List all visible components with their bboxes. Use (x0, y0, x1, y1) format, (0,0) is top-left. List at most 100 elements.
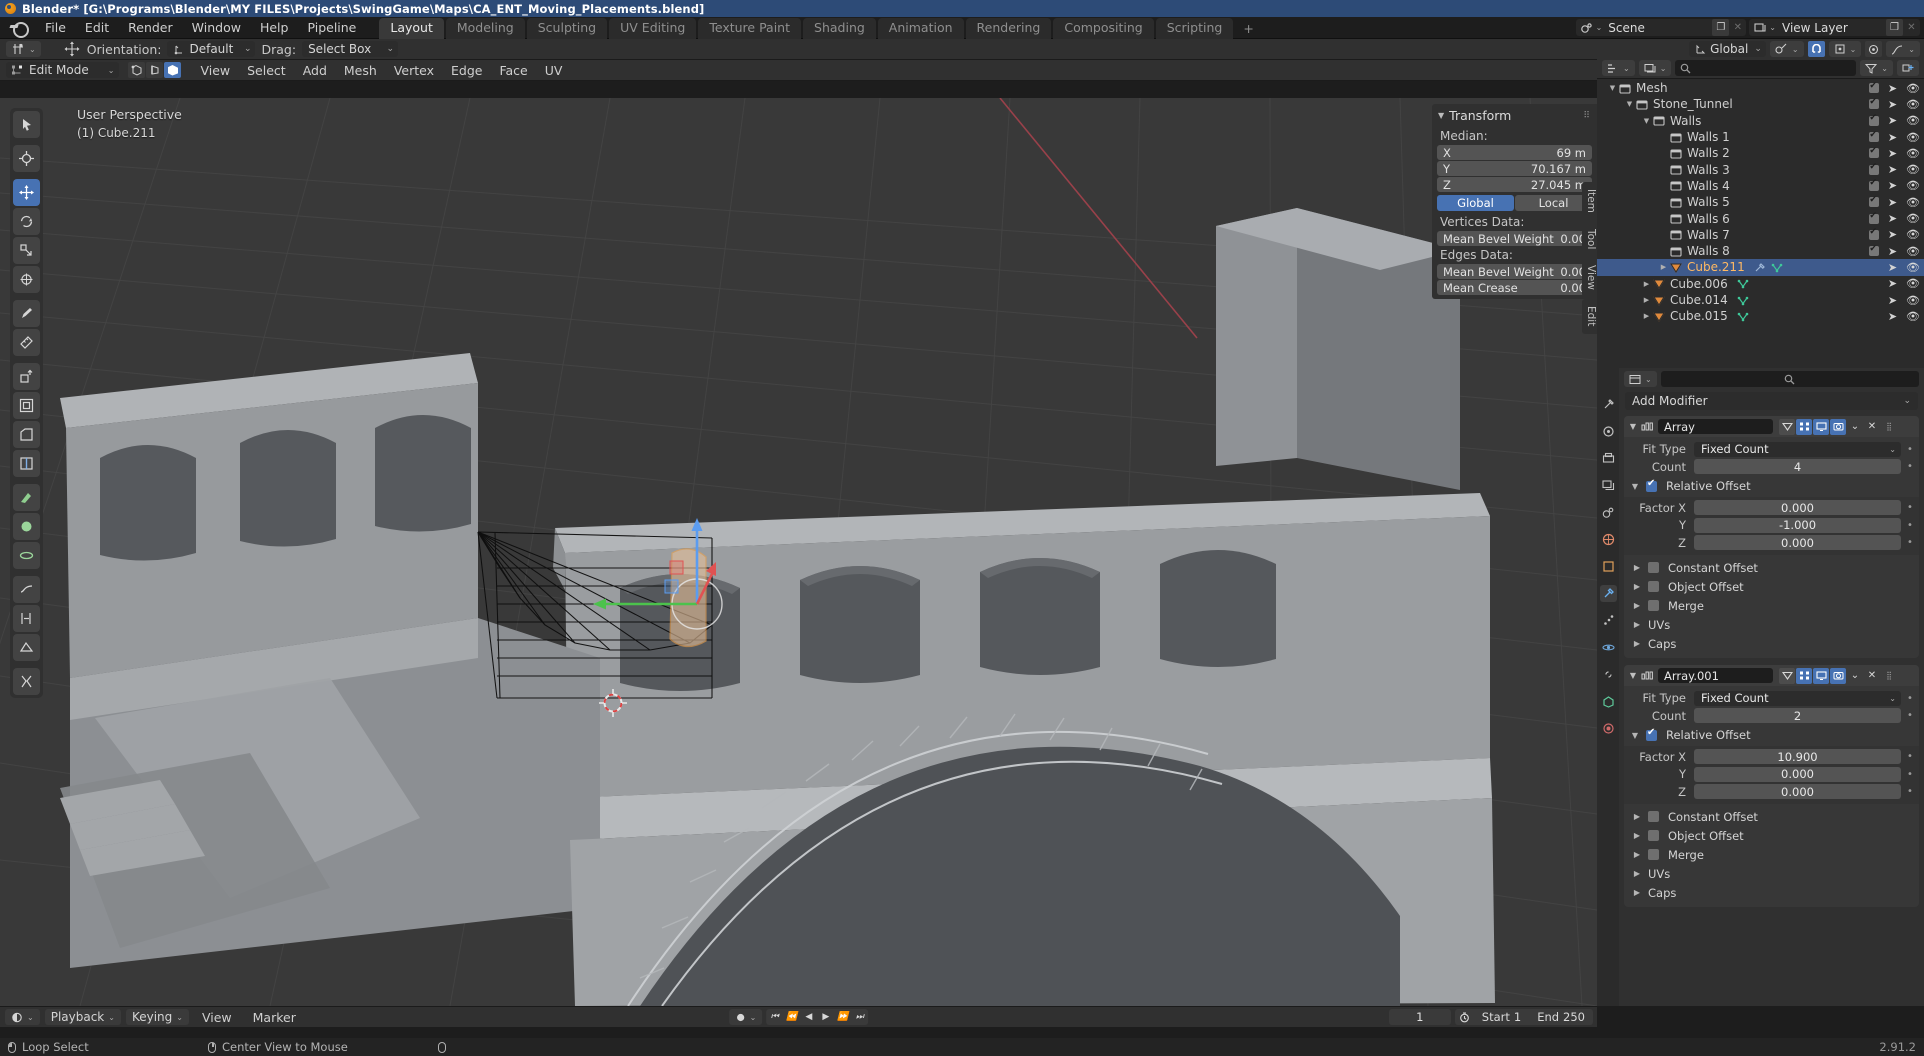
median-y-field[interactable]: Y 70.167 m (1437, 161, 1592, 176)
disable-in-renders-icon[interactable]: ➤ (1888, 163, 1897, 176)
render-properties-tab[interactable] (1600, 423, 1617, 440)
hide-in-viewport-icon[interactable]: 👁 (1906, 179, 1920, 192)
modifier-drag-handle[interactable]: ⣿ (1881, 668, 1897, 684)
hide-in-viewport-icon[interactable]: 👁 (1906, 147, 1920, 160)
hide-in-viewport-icon[interactable]: 👁 (1906, 261, 1920, 274)
hide-in-viewport-icon[interactable]: 👁 (1906, 82, 1920, 95)
scene-name[interactable]: Scene (1602, 21, 1712, 35)
disable-in-renders-icon[interactable]: ➤ (1888, 277, 1897, 290)
mesh-data-icon[interactable] (1737, 311, 1749, 322)
factor-field[interactable]: 0.000 (1694, 766, 1901, 782)
jump-to-end-button[interactable]: ⏭ (851, 1009, 868, 1025)
tab-sculpting[interactable]: Sculpting (526, 17, 608, 39)
modifier-name-field[interactable]: Array (1658, 419, 1773, 434)
expand-toggle-icon[interactable]: ▶ (1658, 263, 1669, 271)
disable-in-renders-icon[interactable]: ➤ (1888, 294, 1897, 307)
relative-offset-checkbox[interactable] (1646, 478, 1657, 492)
mesh-data-icon[interactable] (1771, 262, 1783, 273)
expand-toggle-icon[interactable]: ▼ (1641, 117, 1652, 125)
hide-in-viewport-icon[interactable]: 👁 (1906, 114, 1920, 127)
outliner-row[interactable]: Walls 8 ➤ 👁 (1597, 243, 1924, 259)
modifier-name-field[interactable]: Array.001 (1658, 668, 1773, 683)
rip-region-tool-button[interactable] (13, 668, 40, 695)
disable-in-renders-icon[interactable]: ➤ (1888, 212, 1897, 225)
section-checkbox[interactable] (1648, 849, 1659, 860)
tweak-tool-button[interactable] (13, 111, 40, 138)
play-reverse-button[interactable]: ◀ (800, 1009, 817, 1025)
chevron-right-icon[interactable]: ▶ (1632, 601, 1642, 610)
relative-offset-header[interactable]: ▼ Relative Offset (1628, 727, 1915, 744)
outliner-filter-button[interactable]: ⌄ (1860, 60, 1893, 76)
properties-search-input[interactable] (1660, 371, 1919, 387)
end-frame-value[interactable]: 250 (1561, 1010, 1593, 1024)
del-modifier-button[interactable]: ✕ (1864, 668, 1880, 684)
outliner-new-collection-button[interactable] (1897, 60, 1919, 76)
menu-select[interactable]: Select (239, 62, 294, 79)
factor-field[interactable]: 10.900 (1694, 749, 1901, 764)
chevron-right-icon[interactable]: ▶ (1632, 831, 1642, 840)
disable-in-renders-icon[interactable]: ➤ (1888, 98, 1897, 111)
render-toggle-button[interactable] (1830, 667, 1846, 684)
vertex-mean-bevel-weight-field[interactable]: Mean Bevel Weight 0.00 (1437, 231, 1592, 246)
tab-uv-editing[interactable]: UV Editing (609, 17, 697, 39)
edge-slide-tool-button[interactable] (13, 605, 40, 632)
chevron-down-icon[interactable]: ▼ (1628, 422, 1638, 431)
menu-edit[interactable]: Edit (76, 18, 118, 37)
snap-to-dropdown[interactable]: ⌄ (1828, 41, 1862, 57)
exclude-collection-checkbox[interactable] (1868, 178, 1879, 191)
factor-field[interactable]: 0.000 (1694, 784, 1901, 799)
mesh-data-icon[interactable] (1737, 295, 1749, 306)
chevron-right-icon[interactable]: ▶ (1632, 869, 1642, 878)
menu-pipeline[interactable]: Pipeline (298, 18, 365, 37)
count-field[interactable]: 4 (1694, 459, 1901, 474)
proportional-edit-button[interactable] (1865, 41, 1883, 57)
bevel-tool-button[interactable] (13, 421, 40, 448)
disable-in-renders-icon[interactable]: ➤ (1888, 310, 1897, 323)
timeline-marker-menu[interactable]: Marker (245, 1010, 304, 1025)
add-modifier-button[interactable]: Add Modifier ⌄ (1625, 392, 1918, 410)
timeline-editor-type-button[interactable]: ⌄ (5, 1009, 40, 1025)
disable-in-renders-icon[interactable]: ➤ (1888, 245, 1897, 258)
fit-type-dropdown[interactable]: Fixed Count ⌄ (1694, 690, 1901, 706)
output-properties-tab[interactable] (1600, 450, 1617, 467)
tab-scripting[interactable]: Scripting (1155, 17, 1234, 39)
hide-in-viewport-icon[interactable]: 👁 (1906, 212, 1920, 225)
expand-toggle-icon[interactable]: ▶ (1641, 296, 1652, 304)
median-z-field[interactable]: Z 27.045 m (1437, 177, 1592, 192)
exclude-collection-checkbox[interactable] (1868, 113, 1879, 126)
outliner-search-input[interactable] (1675, 60, 1857, 76)
menu-add[interactable]: Add (295, 62, 335, 79)
chevron-right-icon[interactable]: ▶ (1632, 620, 1642, 629)
menu-render[interactable]: Render (119, 18, 182, 37)
play-button[interactable]: ▶ (817, 1009, 834, 1025)
show-in-edit-mode-button[interactable] (1796, 667, 1812, 684)
exclude-collection-checkbox[interactable] (1868, 227, 1879, 240)
viewlayer-selector[interactable]: ⌄ View Layer ❐ ✕ (1749, 19, 1920, 36)
smooth-tool-button[interactable] (13, 576, 40, 603)
animate-property-dot[interactable]: • (1905, 786, 1915, 797)
cursor-tool-button[interactable] (13, 145, 40, 172)
viewport-3d[interactable]: User Perspective (1) Cube.211 ▼ Transfor… (0, 98, 1597, 1006)
blender-menu-icon[interactable] (10, 21, 29, 38)
relative-offset-checkbox[interactable] (1646, 727, 1657, 741)
menu-uv[interactable]: UV (537, 62, 571, 79)
loop-cut-tool-button[interactable] (13, 450, 40, 477)
outliner-row[interactable]: ▼ Stone_Tunnel ➤ 👁 (1597, 96, 1924, 112)
count-field[interactable]: 2 (1694, 708, 1901, 723)
fit-type-dropdown[interactable]: Fixed Count ⌄ (1694, 441, 1901, 457)
animate-property-dot[interactable]: • (1905, 693, 1915, 704)
hide-in-viewport-icon[interactable]: 👁 (1906, 228, 1920, 241)
section-checkbox[interactable] (1648, 581, 1659, 592)
section-checkbox[interactable] (1648, 811, 1659, 822)
animate-property-dot[interactable]: • (1905, 751, 1915, 762)
modifier-section-header[interactable]: ▶ Merge (1624, 845, 1919, 864)
constraint-properties-tab[interactable] (1600, 666, 1617, 683)
disable-in-renders-icon[interactable]: ➤ (1888, 147, 1897, 160)
modifier-section-header[interactable]: ▶ Object Offset (1624, 577, 1919, 596)
auto-keying-toggle[interactable]: ⌄ (728, 1009, 763, 1025)
transform-tool-button[interactable] (13, 266, 40, 293)
outliner-row[interactable]: ▶ Cube.014 ➤ 👁 (1597, 292, 1924, 308)
annotate-tool-button[interactable] (13, 300, 40, 327)
sidebar-tab-edit[interactable]: Edit (1582, 299, 1597, 334)
move-tool-icon[interactable] (63, 41, 81, 57)
